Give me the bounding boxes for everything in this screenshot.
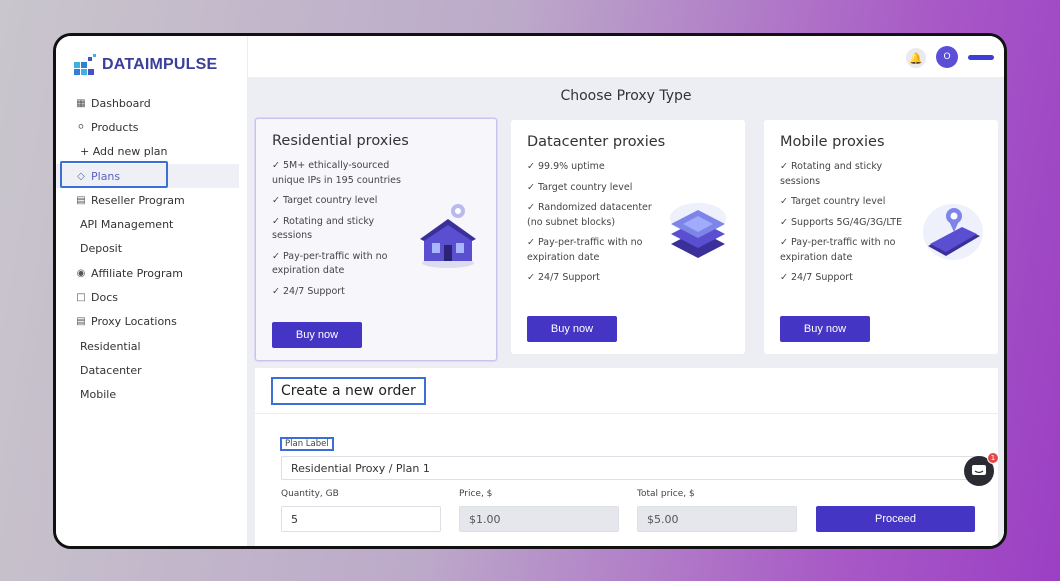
feature-item: Rotating and sticky sessions [780,160,914,189]
buy-now-button[interactable]: Buy now [780,316,870,342]
feature-item: Pay-per-traffic with no expiration date [780,236,914,265]
feature-item: 5M+ ethically-sourced unique IPs in 195 … [272,159,406,188]
plan-label: Plan Label [280,437,334,451]
mobile-proxies-card[interactable]: Mobile proxies Rotating and sticky sessi… [764,120,998,354]
create-order-panel: Create a new order Plan Label Residentia… [255,368,998,546]
sidebar-item-products[interactable]: ⚪ Products [56,115,247,139]
folder-icon: □ [76,292,86,304]
page-title: Choose Proxy Type [560,88,692,104]
sidebar-item-proxy-locations[interactable]: ▤ Proxy Locations [56,310,247,334]
phone-location-icon [923,204,983,260]
feature-item: 99.9% uptime [527,160,661,175]
feature-item: Target country level [527,181,661,196]
order-header: Create a new order [255,368,998,414]
feature-item: Pay-per-traffic with no expiration date [272,250,406,279]
price-field: $1.00 [459,506,619,532]
feature-item: 24/7 Support [272,285,406,300]
sidebar-item-label: Mobile [80,388,117,402]
sidebar-item-residential[interactable]: Residential [56,334,247,358]
sidebar-item-dashboard[interactable]: ▦ Dashboard [56,91,247,115]
buy-now-button[interactable]: Buy now [527,316,617,342]
sidebar-item-label: API Management [80,218,174,232]
sidebar-item-docs[interactable]: □ Docs [56,285,247,309]
feature-list: 5M+ ethically-sourced unique IPs in 195 … [272,159,406,299]
feature-item: Rotating and sticky sessions [272,215,406,244]
top-bar: 🔔 O [248,36,1004,78]
menu-icon[interactable] [968,55,994,60]
sidebar-item-add-new-plan[interactable]: + Add new plan [56,140,247,164]
datacenter-proxies-card[interactable]: Datacenter proxies 99.9% uptime Target c… [511,120,745,354]
feature-list: Rotating and sticky sessions Target coun… [780,160,914,286]
sidebar-item-label: Affiliate Program [91,266,184,280]
quantity-input[interactable]: 5 [281,506,441,532]
feature-item: Target country level [780,195,914,210]
house-location-icon [420,204,476,268]
app-window: DATAIMPULSE ▦ Dashboard ⚪ Products + Add… [53,33,1007,549]
tag-icon: ◇ [77,170,85,182]
logo-mark-icon [74,54,96,76]
feature-item: Randomized datacenter (no subnet blocks) [527,201,661,230]
book-icon: ▤ [76,316,86,328]
sidebar-item-api-management[interactable]: API Management [56,212,247,236]
feature-item: Pay-per-traffic with no expiration date [527,236,661,265]
sidebar-nav: ▦ Dashboard ⚪ Products + Add new plan ◇ … [56,91,247,407]
sidebar-item-plans[interactable]: ◇ Plans [56,163,239,189]
total-price-field: $5.00 [637,506,797,532]
buy-now-button[interactable]: Buy now [272,322,362,348]
card-title: Residential proxies [272,133,409,149]
brand-logo[interactable]: DATAIMPULSE [74,54,217,76]
main-content: Choose Proxy Type Residential proxies 5M… [248,78,1004,546]
order-title: Create a new order [271,377,426,405]
notification-badge: 1 [987,452,999,464]
book-icon: ▤ [76,194,86,206]
feature-item: 24/7 Support [780,271,914,286]
sidebar-item-datacenter[interactable]: Datacenter [56,358,247,382]
price-label: Price, $ [459,489,493,499]
proceed-button[interactable]: Proceed [816,506,975,532]
eye-icon: ◉ [76,267,86,279]
feature-item: Supports 5G/4G/3G/LTE [780,216,914,231]
residential-proxies-card[interactable]: Residential proxies 5M+ ethically-source… [255,118,497,361]
chat-icon [972,465,986,475]
feature-item: Target country level [272,194,406,209]
card-title: Mobile proxies [780,134,885,150]
sidebar-item-mobile[interactable]: Mobile [56,383,247,407]
globe-icon: ⚪ [76,121,86,133]
avatar[interactable]: O [936,46,958,68]
quantity-label: Quantity, GB [281,489,339,499]
sidebar-item-label: Plans [91,169,121,183]
sidebar: DATAIMPULSE ▦ Dashboard ⚪ Products + Add… [56,36,248,546]
sidebar-item-label: Reseller Program [91,193,185,207]
plan-label-input[interactable]: Residential Proxy / Plan 1 [281,456,985,480]
sidebar-item-label: Products [91,120,139,134]
sidebar-item-label: Docs [91,291,118,305]
brand-name: DATAIMPULSE [102,56,218,73]
card-title: Datacenter proxies [527,134,666,150]
bell-icon[interactable]: 🔔 [906,48,926,68]
sidebar-item-deposit[interactable]: Deposit [56,237,247,261]
server-stack-icon [670,203,726,258]
grid-icon: ▦ [76,97,86,109]
total-price-label: Total price, $ [637,489,695,499]
feature-list: 99.9% uptime Target country level Random… [527,160,661,286]
sidebar-item-label: Deposit [80,242,123,256]
sidebar-item-label: Proxy Locations [91,315,177,329]
sidebar-item-label: Dashboard [91,96,151,110]
chat-launcher[interactable]: 1 [964,452,999,486]
sidebar-item-label: + Add new plan [80,145,168,159]
sidebar-item-label: Datacenter [80,363,142,377]
sidebar-item-affiliate-program[interactable]: ◉ Affiliate Program [56,261,247,285]
sidebar-item-label: Residential [80,339,141,353]
sidebar-item-reseller-program[interactable]: ▤ Reseller Program [56,188,247,212]
feature-item: 24/7 Support [527,271,661,286]
